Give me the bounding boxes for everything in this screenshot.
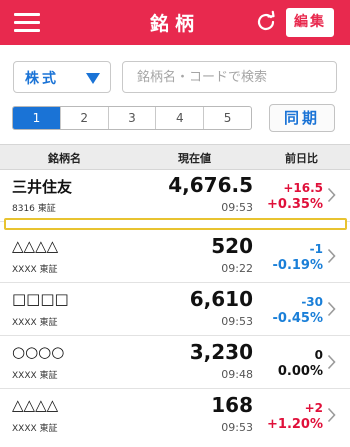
chevron-right-icon[interactable]	[327, 407, 336, 423]
stock-row[interactable]: 三井住友 8316 東証 4,676.5 09:53 +16.5 +0.35%	[0, 170, 350, 222]
symbol-search-input[interactable]	[122, 61, 337, 93]
edit-button[interactable]: 編集	[286, 8, 334, 37]
table-header: 銘柄名 現在値 前日比	[0, 144, 350, 170]
instrument-type-select[interactable]: 株式	[13, 61, 111, 93]
chevron-right-icon[interactable]	[327, 354, 336, 370]
stock-name: 三井住友	[12, 178, 73, 196]
price-time: 09:48	[221, 368, 253, 381]
instrument-type-value: 株式	[25, 71, 59, 87]
current-price: 520	[211, 234, 253, 258]
stock-row[interactable]: □□□□ XXXX 東証 6,610 09:53 -30 -0.45%	[0, 284, 350, 336]
stock-code-market: XXXX 東証	[12, 315, 58, 328]
price-change: 0	[314, 348, 323, 362]
stock-code-market: XXXX 東証	[12, 262, 58, 275]
stock-name: △△△△	[12, 237, 59, 255]
stock-code: 8316	[12, 204, 35, 214]
stock-row[interactable]: ○○○○ XXXX 東証 3,230 09:48 0 0.00%	[0, 337, 350, 389]
column-header-name: 銘柄名	[48, 152, 81, 165]
price-time: 09:53	[221, 315, 253, 328]
price-change-percent: -0.45%	[272, 311, 324, 326]
price-time: 09:53	[221, 201, 253, 214]
price-change-percent: -0.19%	[272, 258, 324, 273]
stock-market: 東証	[39, 265, 58, 275]
stock-name: △△△△	[12, 396, 59, 414]
stock-code-market: XXXX 東証	[12, 421, 58, 434]
drop-target-highlight	[4, 218, 347, 230]
stock-code-market: 8316 東証	[12, 201, 56, 214]
stock-market: 東証	[39, 318, 58, 328]
app-header: 銘柄 編集	[0, 0, 350, 45]
chevron-right-icon[interactable]	[327, 301, 336, 317]
price-change-percent: +0.35%	[267, 197, 323, 212]
price-change: -1	[309, 242, 323, 256]
page-tab-2[interactable]: 2	[59, 107, 108, 129]
column-header-price: 現在値	[178, 152, 211, 165]
stock-code: XXXX	[12, 371, 37, 381]
stock-code-market: XXXX 東証	[12, 368, 58, 381]
stock-code: XXXX	[12, 318, 37, 328]
price-change: +2	[304, 401, 323, 415]
page-tab-5[interactable]: 5	[203, 107, 251, 129]
page-tab-3[interactable]: 3	[107, 107, 156, 129]
price-time: 09:53	[221, 421, 253, 434]
page-tab-1[interactable]: 1	[13, 107, 60, 129]
price-change: +16.5	[283, 181, 323, 195]
stock-name: ○○○○	[12, 343, 65, 361]
price-change-percent: 0.00%	[277, 364, 323, 379]
stock-code: XXXX	[12, 424, 37, 434]
dropdown-caret-icon	[86, 73, 100, 84]
price-change-percent: +1.20%	[267, 417, 323, 432]
stock-market: 東証	[39, 371, 58, 381]
page-tab-4[interactable]: 4	[155, 107, 203, 129]
current-price: 6,610	[189, 287, 253, 311]
stock-market: 東証	[39, 424, 58, 434]
stock-name: □□□□	[12, 290, 69, 308]
chevron-right-icon[interactable]	[327, 248, 336, 264]
refresh-icon[interactable]	[254, 10, 278, 34]
price-change: -30	[301, 295, 323, 309]
current-price: 168	[211, 393, 253, 417]
stock-row[interactable]: △△△△ XXXX 東証 168 09:53 +2 +1.20%	[0, 390, 350, 447]
current-price: 4,676.5	[168, 173, 253, 197]
price-time: 09:22	[221, 262, 253, 275]
page-tabs: 1 2 3 4 5	[12, 106, 252, 130]
chevron-right-icon[interactable]	[327, 187, 336, 203]
current-price: 3,230	[189, 340, 253, 364]
stock-code: XXXX	[12, 265, 37, 275]
stock-row[interactable]: △△△△ XXXX 東証 520 09:22 -1 -0.19%	[0, 231, 350, 283]
sync-button[interactable]: 同期	[269, 104, 335, 132]
column-header-change: 前日比	[285, 152, 318, 165]
stock-market: 東証	[37, 204, 56, 214]
